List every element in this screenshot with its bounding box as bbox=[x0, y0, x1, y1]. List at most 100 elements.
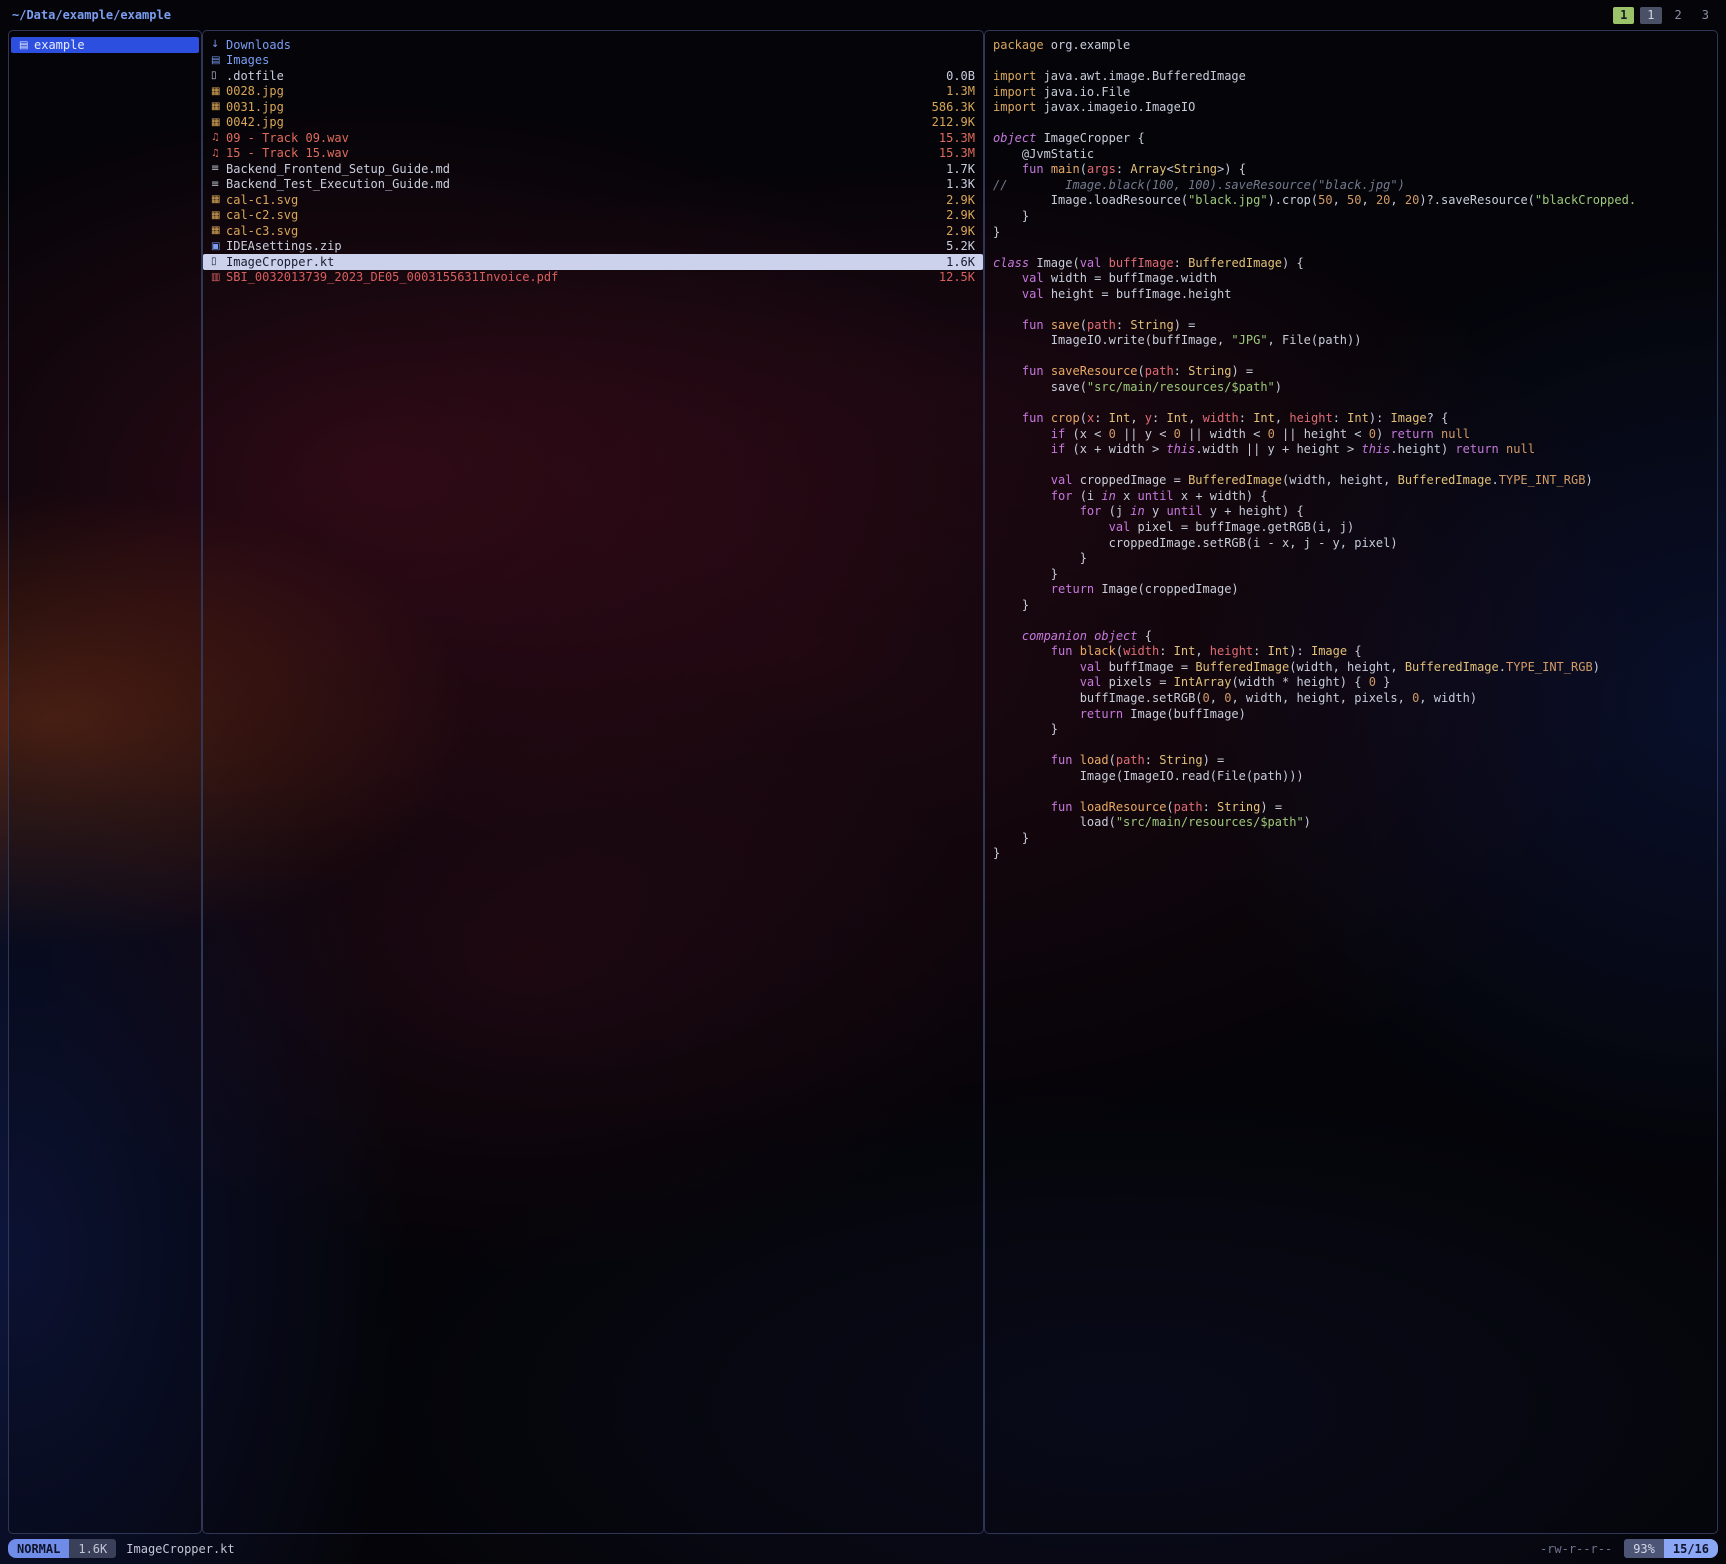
file-permissions: -rw-r--r-- bbox=[1540, 1542, 1612, 1556]
code-line: val height = buffImage.height bbox=[993, 287, 1709, 303]
code-line: val croppedImage = BufferedImage(width, … bbox=[993, 473, 1709, 489]
tab-4[interactable]: 3 bbox=[1695, 7, 1716, 24]
file-size: 0.0B bbox=[936, 69, 975, 83]
file-icon: ▯ bbox=[211, 256, 226, 267]
tab-bar: 1123 bbox=[1613, 7, 1716, 24]
file-name: Backend_Frontend_Setup_Guide.md bbox=[226, 162, 450, 176]
tab-2[interactable]: 1 bbox=[1640, 7, 1661, 24]
file-name: Images bbox=[226, 53, 269, 67]
file-size: 2.9K bbox=[936, 208, 975, 222]
markdown-icon: ≡ bbox=[211, 179, 226, 190]
file-row[interactable]: ▤Images bbox=[203, 53, 983, 69]
image-icon: ▦ bbox=[211, 101, 226, 112]
yazi-file-manager: ~/Data/example/example 1123 ▤example ↓Do… bbox=[0, 0, 1726, 1564]
file-row[interactable]: ▦0028.jpg1.3M bbox=[203, 84, 983, 100]
file-name: 0028.jpg bbox=[226, 84, 284, 98]
file-row[interactable]: ▥SBI_0032013739_2023_DE05_0003155631Invo… bbox=[203, 270, 983, 286]
file-size-badge: 1.6K bbox=[69, 1539, 116, 1558]
code-line: if (x < 0 || y < 0 || width < 0 || heigh… bbox=[993, 427, 1709, 443]
file-name: cal-c2.svg bbox=[226, 208, 298, 222]
file-size: 2.9K bbox=[936, 193, 975, 207]
code-line: val pixels = IntArray(width * height) { … bbox=[993, 675, 1709, 691]
file-row[interactable]: ↓Downloads bbox=[203, 37, 983, 53]
code-line bbox=[993, 784, 1709, 800]
tab-1[interactable]: 1 bbox=[1613, 7, 1634, 24]
code-line: for (i in x until x + width) { bbox=[993, 489, 1709, 505]
file-size: 2.9K bbox=[936, 224, 975, 238]
code-line: fun crop(x: Int, y: Int, width: Int, hei… bbox=[993, 411, 1709, 427]
file-name: .dotfile bbox=[226, 69, 284, 83]
file-name: cal-c1.svg bbox=[226, 193, 298, 207]
file-row[interactable]: ▦cal-c2.svg2.9K bbox=[203, 208, 983, 224]
code-line: companion object { bbox=[993, 629, 1709, 645]
image-icon: ▦ bbox=[211, 194, 226, 205]
status-bar-right: -rw-r--r-- 93% 15/16 bbox=[1540, 1539, 1718, 1558]
file-row[interactable]: ♫09 - Track 09.wav15.3M bbox=[203, 130, 983, 146]
status-bar-left: NORMAL 1.6K ImageCropper.kt bbox=[8, 1539, 235, 1558]
code-line bbox=[993, 396, 1709, 412]
file-row[interactable]: ▦cal-c3.svg2.9K bbox=[203, 223, 983, 239]
file-name: 0031.jpg bbox=[226, 100, 284, 114]
code-line: } bbox=[993, 225, 1709, 241]
code-line: import java.awt.image.BufferedImage bbox=[993, 69, 1709, 85]
code-line: class Image(val buffImage: BufferedImage… bbox=[993, 256, 1709, 272]
code-line: fun loadResource(path: String) = bbox=[993, 800, 1709, 816]
code-line: } bbox=[993, 551, 1709, 567]
code-line bbox=[993, 458, 1709, 474]
code-line: } bbox=[993, 722, 1709, 738]
image-icon: ▦ bbox=[211, 225, 226, 236]
file-name: 09 - Track 09.wav bbox=[226, 131, 349, 145]
code-line: buffImage.setRGB(0, 0, width, height, pi… bbox=[993, 691, 1709, 707]
file-row[interactable]: ≡Backend_Frontend_Setup_Guide.md1.7K bbox=[203, 161, 983, 177]
file-size: 212.9K bbox=[922, 115, 975, 129]
code-line bbox=[993, 240, 1709, 256]
tab-3[interactable]: 2 bbox=[1668, 7, 1689, 24]
file-name: 0042.jpg bbox=[226, 115, 284, 129]
code-line: load("src/main/resources/$path") bbox=[993, 815, 1709, 831]
code-line bbox=[993, 54, 1709, 70]
file-name: Downloads bbox=[226, 38, 291, 52]
zip-icon: ▣ bbox=[211, 241, 226, 252]
file-row[interactable]: ♫15 - Track 15.wav15.3M bbox=[203, 146, 983, 162]
image-icon: ▦ bbox=[211, 117, 226, 128]
file-row[interactable]: ≡Backend_Test_Execution_Guide.md1.3K bbox=[203, 177, 983, 193]
file-size: 15.3M bbox=[929, 146, 975, 160]
code-line: croppedImage.setRGB(i - x, j - y, pixel) bbox=[993, 536, 1709, 552]
status-filename: ImageCropper.kt bbox=[126, 1542, 234, 1556]
folder-icon: ▤ bbox=[211, 55, 226, 66]
file-name: IDEAsettings.zip bbox=[226, 239, 342, 253]
audio-icon: ♫ bbox=[211, 148, 226, 159]
scroll-percent-badge: 93% bbox=[1624, 1539, 1664, 1558]
code-line: fun black(width: Int, height: Int): Imag… bbox=[993, 644, 1709, 660]
file-size: 15.3M bbox=[929, 131, 975, 145]
file-row[interactable]: ▦0031.jpg 586.3K bbox=[203, 99, 983, 115]
file-size: 1.3K bbox=[936, 177, 975, 191]
file-row[interactable]: ▯.dotfile0.0B bbox=[203, 68, 983, 84]
file-row[interactable]: ▣IDEAsettings.zip5.2K bbox=[203, 239, 983, 255]
code-line bbox=[993, 116, 1709, 132]
file-size: 586.3K bbox=[922, 100, 975, 114]
file-row[interactable]: ▯ImageCropper.kt1.6K bbox=[203, 254, 983, 270]
file-row[interactable]: ▦cal-c1.svg 2.9K bbox=[203, 192, 983, 208]
parent-directory-pane: ▤example bbox=[8, 30, 202, 1534]
code-line: } bbox=[993, 598, 1709, 614]
code-line: fun main(args: Array<String>) { bbox=[993, 162, 1709, 178]
code-line: save("src/main/resources/$path") bbox=[993, 380, 1709, 396]
code-line: val width = buffImage.width bbox=[993, 271, 1709, 287]
code-line: } bbox=[993, 846, 1709, 862]
status-bar: NORMAL 1.6K ImageCropper.kt -rw-r--r-- 9… bbox=[8, 1539, 1718, 1558]
code-line: return Image(croppedImage) bbox=[993, 582, 1709, 598]
file-row[interactable]: ▦0042.jpg 212.9K bbox=[203, 115, 983, 131]
code-line: @JvmStatic bbox=[993, 147, 1709, 163]
current-directory-pane: ↓Downloads▤Images▯.dotfile0.0B▦0028.jpg1… bbox=[202, 30, 984, 1534]
code-line bbox=[993, 613, 1709, 629]
code-line bbox=[993, 738, 1709, 754]
file-name: ImageCropper.kt bbox=[226, 255, 334, 269]
breadcrumb: ~/Data/example/example bbox=[12, 8, 171, 22]
folder-icon: ▤ bbox=[19, 40, 34, 51]
file-position-badge: 15/16 bbox=[1664, 1539, 1718, 1558]
code-line: import java.io.File bbox=[993, 85, 1709, 101]
pdf-icon: ▥ bbox=[211, 272, 226, 283]
parent-dir-item[interactable]: ▤example bbox=[11, 37, 199, 53]
code-line: if (x + width > this.width || y + height… bbox=[993, 442, 1709, 458]
